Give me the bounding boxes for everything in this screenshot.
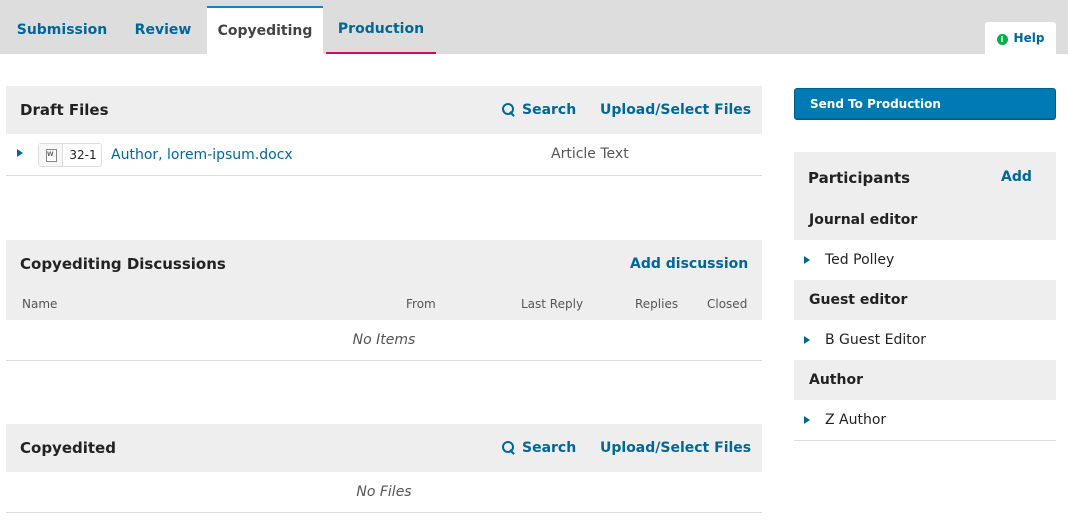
participant-name: B Guest Editor: [825, 332, 927, 348]
help-button[interactable]: i Help: [985, 22, 1056, 54]
participant-group-journal-editor: Journal editor: [794, 200, 1056, 240]
expand-caret-icon[interactable]: [17, 149, 23, 157]
column-from: From: [406, 297, 436, 311]
tab-submission[interactable]: Submission: [6, 6, 118, 54]
draft-files-title: Draft Files: [20, 101, 109, 119]
add-discussion-button[interactable]: Add discussion: [630, 240, 748, 288]
search-label: Search: [522, 102, 577, 118]
help-label: Help: [1013, 31, 1045, 45]
participant-item[interactable]: B Guest Editor: [794, 320, 1056, 360]
file-badge: 32-1: [38, 143, 102, 167]
file-row: 32-1 Author, lorem-ipsum.docx Article Te…: [6, 134, 762, 176]
draft-files-upload-button[interactable]: Upload/Select Files: [600, 86, 751, 134]
tab-review[interactable]: Review: [122, 6, 204, 54]
column-last-reply: Last Reply: [521, 297, 584, 311]
discussions-header: Copyediting Discussions Add discussion: [6, 240, 762, 288]
info-icon: i: [996, 34, 1008, 45]
participants-divider: [794, 440, 1056, 441]
discussions-empty-message: No Items: [6, 320, 762, 361]
file-id: 32-1: [69, 148, 97, 162]
search-icon: [502, 441, 515, 454]
participants-panel: Participants Add Journal editor Ted Poll…: [794, 152, 1056, 441]
workflow-tab-bar: Submission Review Copyediting Production…: [0, 0, 1068, 54]
tab-production[interactable]: Production: [326, 6, 436, 54]
participant-name: Z Author: [825, 412, 887, 428]
file-name-link[interactable]: Author, lorem-ipsum.docx: [111, 134, 293, 176]
expand-caret-icon[interactable]: [804, 336, 810, 344]
search-icon: [502, 103, 515, 116]
participant-name: Ted Polley: [825, 252, 895, 268]
participants-header: Participants Add: [794, 152, 1056, 200]
discussions-column-headers: Name From Last Reply Replies Closed: [6, 288, 762, 320]
file-type: Article Text: [551, 146, 629, 162]
word-document-icon: [39, 144, 63, 166]
send-to-production-button[interactable]: Send To Production: [794, 88, 1056, 120]
copyedited-search-button[interactable]: Search: [502, 424, 576, 472]
copyediting-discussions-panel: Copyediting Discussions Add discussion N…: [6, 240, 762, 361]
copyedited-empty-message: No Files: [6, 472, 762, 513]
expand-caret-icon[interactable]: [804, 256, 810, 264]
column-closed: Closed: [707, 297, 748, 311]
expand-caret-icon[interactable]: [804, 416, 810, 424]
column-replies: Replies: [635, 297, 679, 311]
discussions-title: Copyediting Discussions: [20, 255, 226, 273]
column-name: Name: [22, 297, 58, 311]
tab-copyediting[interactable]: Copyediting: [207, 6, 323, 54]
copyedited-header: Copyedited Search Upload/Select Files: [6, 424, 762, 472]
copyedited-upload-button[interactable]: Upload/Select Files: [600, 424, 751, 472]
copyedited-panel: Copyedited Search Upload/Select Files No…: [6, 424, 762, 513]
participants-title: Participants: [808, 169, 911, 187]
draft-files-panel: Draft Files Search Upload/Select Files 3…: [6, 86, 762, 176]
copyedited-title: Copyedited: [20, 439, 116, 457]
participant-group-author: Author: [794, 360, 1056, 400]
add-participant-button[interactable]: Add: [1001, 152, 1032, 202]
participant-item[interactable]: Ted Polley: [794, 240, 1056, 280]
participant-item[interactable]: Z Author: [794, 400, 1056, 440]
participant-group-guest-editor: Guest editor: [794, 280, 1056, 320]
draft-files-search-button[interactable]: Search: [502, 86, 576, 134]
search-label: Search: [522, 440, 577, 456]
draft-files-header: Draft Files Search Upload/Select Files: [6, 86, 762, 134]
